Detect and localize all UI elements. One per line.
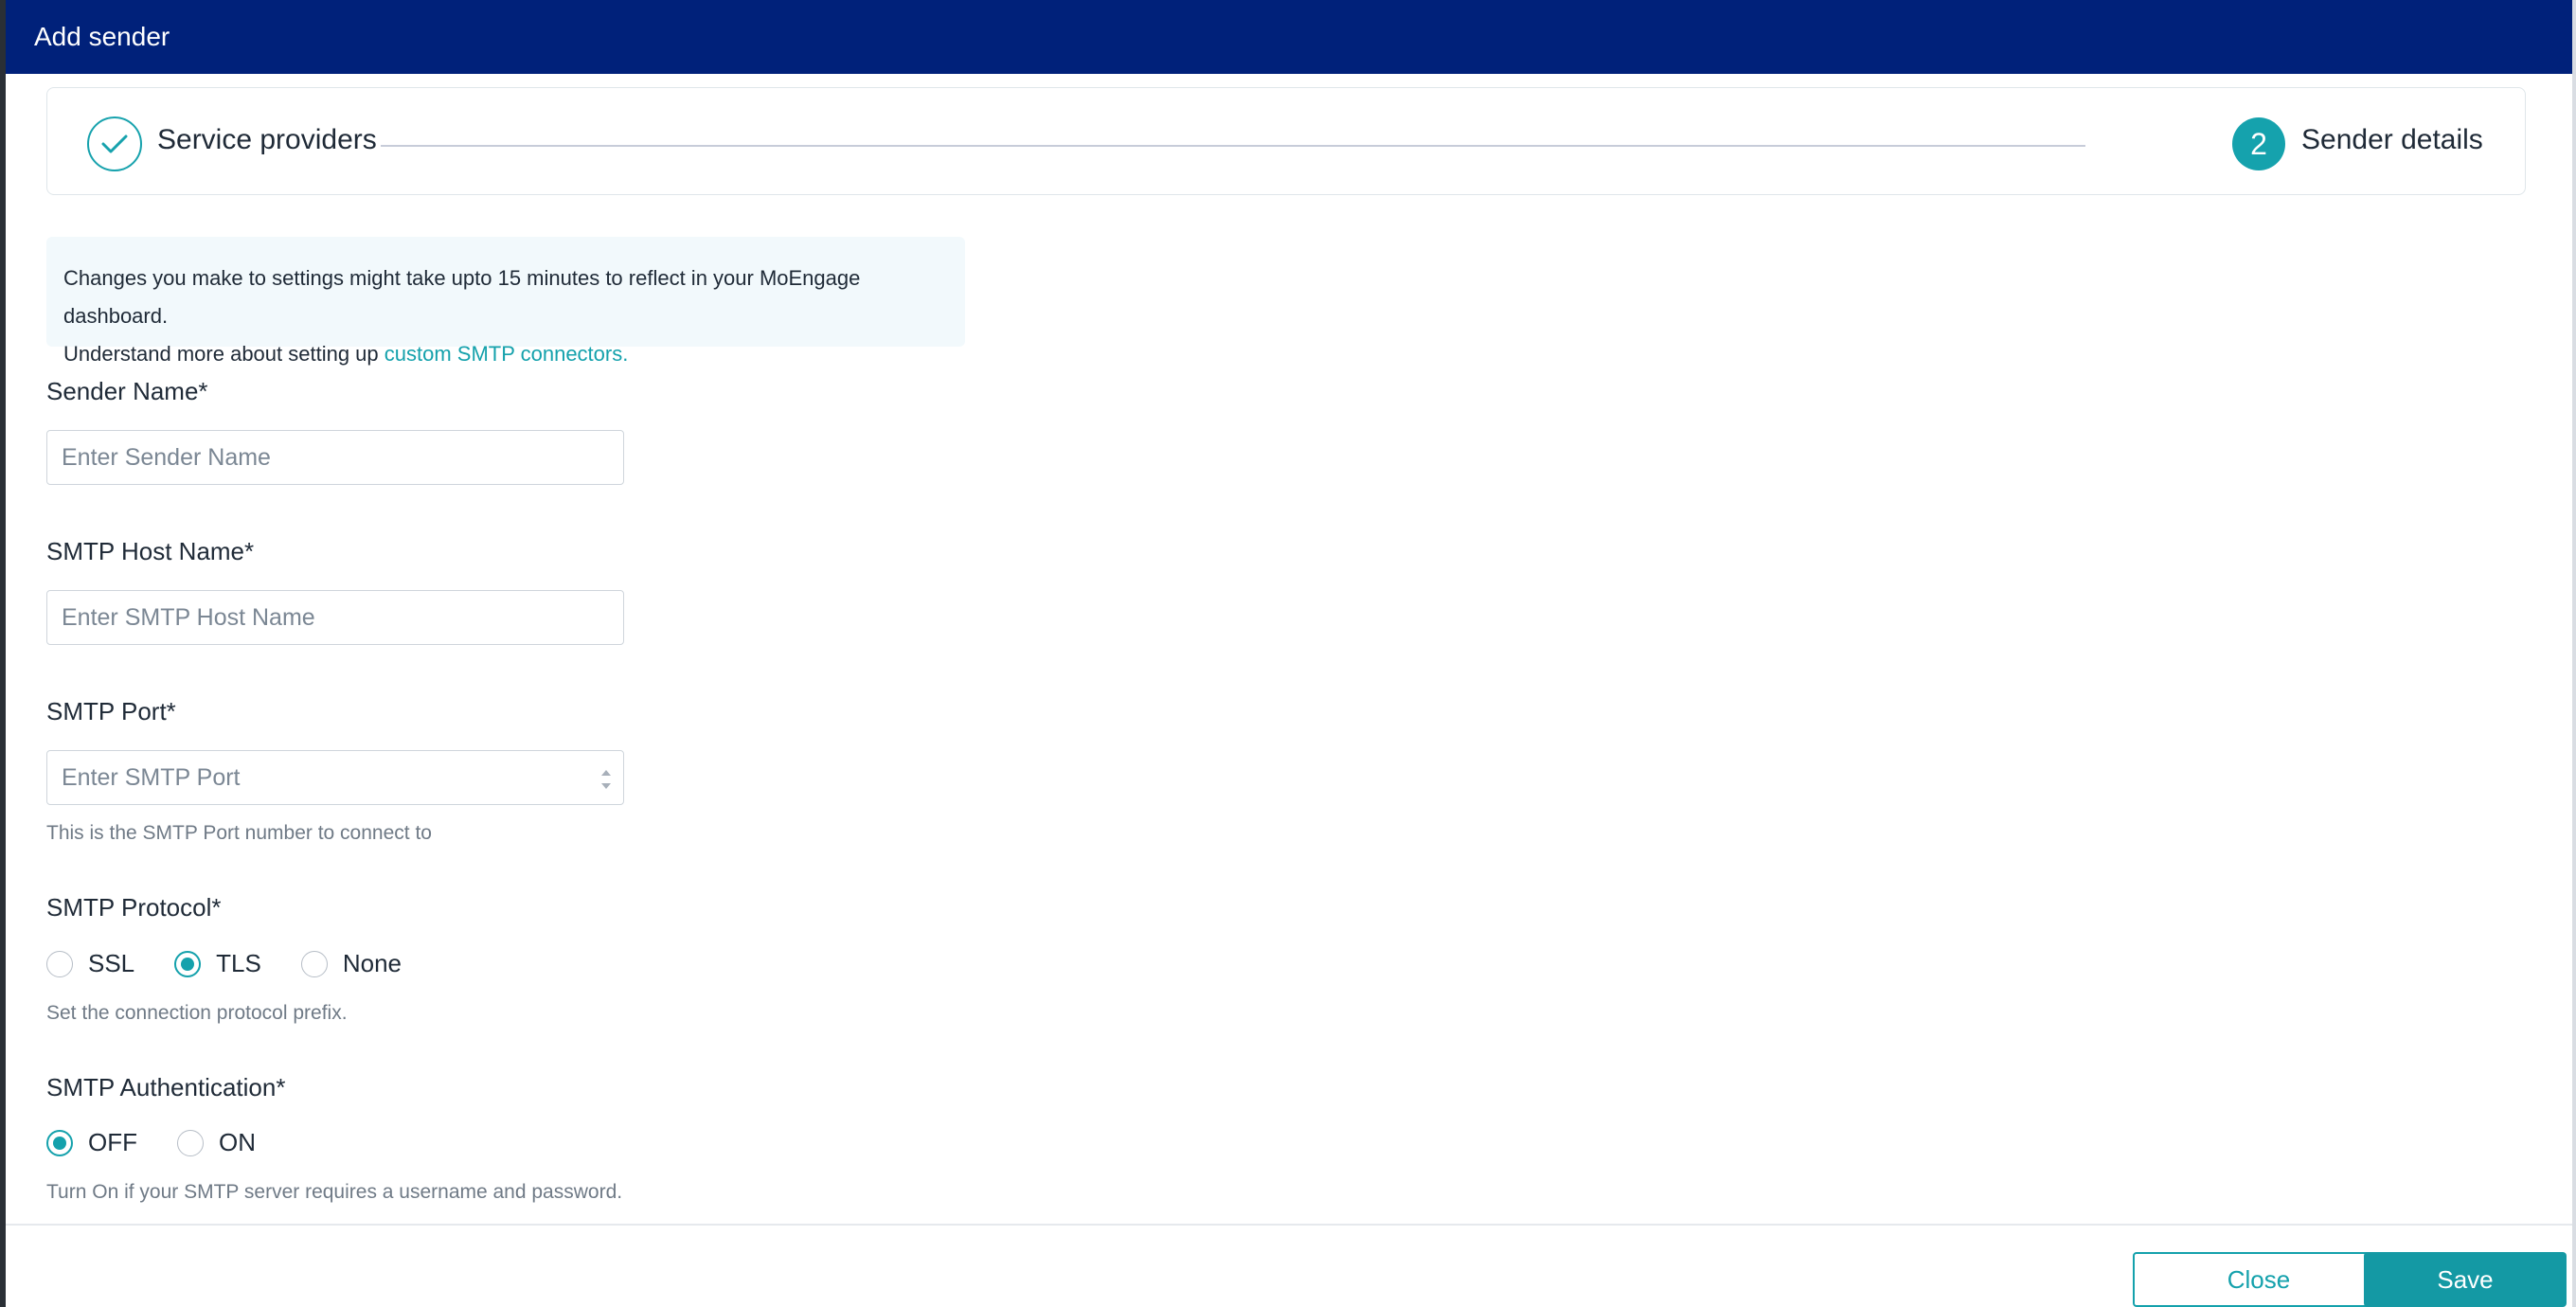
smtp-protocol-radio-group: SSL TLS None <box>46 949 441 978</box>
save-button[interactable]: Save <box>2364 1252 2567 1307</box>
step-current-indicator: 2 <box>2232 117 2285 170</box>
protocol-none-label: None <box>342 949 402 977</box>
scrollbar-track[interactable] <box>2572 0 2576 1307</box>
sender-name-label: Sender Name* <box>46 377 208 405</box>
smtp-protocol-hint: Set the connection protocol prefix. <box>46 1002 348 1024</box>
sender-name-input[interactable] <box>46 430 624 485</box>
smtp-port-hint: This is the SMTP Port number to connect … <box>46 822 432 844</box>
smtp-auth-hint: Turn On if your SMTP server requires a u… <box>46 1181 623 1203</box>
protocol-ssl-radio[interactable] <box>46 950 73 977</box>
step-sender-details-label: Sender details <box>2301 124 2483 155</box>
info-line-1: Changes you make to settings might take … <box>63 266 861 328</box>
info-banner: Changes you make to settings might take … <box>46 237 965 366</box>
auth-on-radio[interactable] <box>177 1129 204 1156</box>
footer-divider <box>6 1224 2572 1226</box>
protocol-tls-radio[interactable] <box>174 950 202 977</box>
smtp-auth-radio-group: OFF ON <box>46 1128 295 1157</box>
dialog-header: Add sender <box>6 0 2572 74</box>
close-button[interactable]: Close <box>2133 1252 2385 1307</box>
protocol-none-radio[interactable] <box>300 950 328 977</box>
stepper: Service providers 2 Sender details <box>46 87 2526 195</box>
auth-on-option[interactable]: ON <box>177 1128 256 1157</box>
smtp-protocol-label: SMTP Protocol* <box>46 893 222 922</box>
step-service-providers-label: Service providers <box>157 124 377 155</box>
step-connector-line <box>381 145 2085 147</box>
protocol-tls-option[interactable]: TLS <box>174 949 261 978</box>
info-line-2: Understand more about setting up custom … <box>63 335 948 373</box>
auth-off-label: OFF <box>88 1128 137 1156</box>
auth-off-radio[interactable] <box>46 1129 73 1156</box>
window-edge-left <box>0 0 6 1307</box>
protocol-ssl-option[interactable]: SSL <box>46 949 134 978</box>
protocol-none-option[interactable]: None <box>300 949 402 978</box>
check-icon <box>101 134 128 153</box>
smtp-host-label: SMTP Host Name* <box>46 537 255 565</box>
smtp-host-input[interactable] <box>46 590 624 645</box>
port-stepper-arrows-icon[interactable] <box>597 762 616 797</box>
auth-off-option[interactable]: OFF <box>46 1128 137 1157</box>
smtp-port-input[interactable] <box>46 750 624 805</box>
auth-on-label: ON <box>219 1128 256 1156</box>
custom-smtp-connectors-link[interactable]: custom SMTP connectors. <box>385 342 629 366</box>
smtp-auth-label: SMTP Authentication* <box>46 1073 286 1101</box>
dialog-title: Add sender <box>34 22 170 51</box>
info-line-2-text: Understand more about setting up <box>63 342 385 366</box>
protocol-ssl-label: SSL <box>88 949 135 977</box>
step-completed-indicator <box>87 116 142 171</box>
protocol-tls-label: TLS <box>216 949 261 977</box>
smtp-port-label: SMTP Port* <box>46 697 176 725</box>
